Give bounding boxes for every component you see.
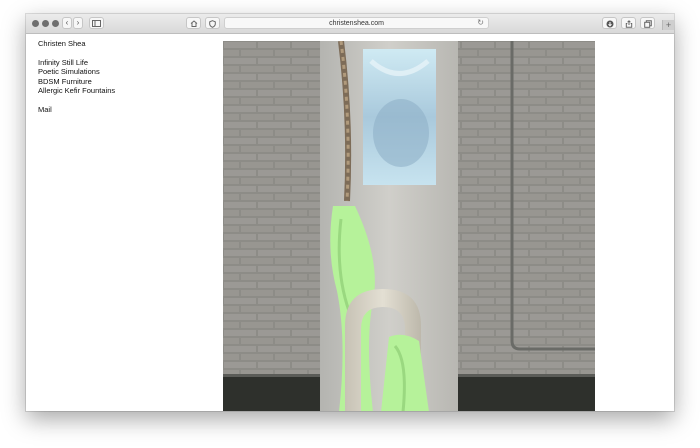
share-button[interactable] [621, 17, 636, 29]
installation-image [223, 41, 595, 411]
plus-icon: + [665, 20, 672, 30]
download-icon [606, 20, 613, 27]
mail-link[interactable]: Mail [38, 105, 115, 114]
tabs-icon [643, 19, 652, 28]
zoom-window-icon[interactable] [52, 20, 59, 27]
back-button[interactable]: ‹ [62, 17, 72, 29]
privacy-shield-button[interactable] [205, 17, 220, 29]
browser-window: ‹ › christenshea.com ↻ + Christen Shea I… [26, 14, 674, 411]
share-icon [625, 19, 632, 28]
nav-link-poetic-simulations[interactable]: Poetic Simulations [38, 67, 115, 76]
sidebar-toggle-button[interactable] [89, 17, 104, 29]
home-button[interactable] [186, 17, 201, 29]
sidebar-icon [92, 20, 101, 27]
minimize-window-icon[interactable] [42, 20, 49, 27]
address-bar[interactable]: christenshea.com ↻ [224, 17, 489, 29]
nav-link-infinity-still-life[interactable]: Infinity Still Life [38, 58, 115, 67]
home-icon [190, 20, 197, 27]
shield-icon [209, 19, 216, 28]
close-window-icon[interactable] [32, 20, 39, 27]
url-text: christenshea.com [329, 20, 384, 27]
nav-link-allergic-kefir-fountains[interactable]: Allergic Kefir Fountains [38, 86, 115, 95]
artwork-photo [223, 41, 595, 411]
downloads-button[interactable] [602, 17, 617, 29]
chevron-right-icon: › [76, 18, 80, 27]
reload-icon[interactable]: ↻ [477, 18, 484, 28]
new-tab-button[interactable]: + [662, 20, 674, 30]
nav-link-bdsm-furniture[interactable]: BDSM Furniture [38, 77, 115, 86]
site-title[interactable]: Christen Shea [38, 39, 115, 48]
forward-button[interactable]: › [73, 17, 83, 29]
browser-toolbar: ‹ › christenshea.com ↻ + [26, 14, 674, 34]
tabs-overview-button[interactable] [640, 17, 655, 29]
chevron-left-icon: ‹ [65, 18, 69, 27]
page-content: Christen Shea Infinity Still Life Poetic… [26, 34, 674, 411]
site-nav: Christen Shea Infinity Still Life Poetic… [38, 39, 115, 114]
